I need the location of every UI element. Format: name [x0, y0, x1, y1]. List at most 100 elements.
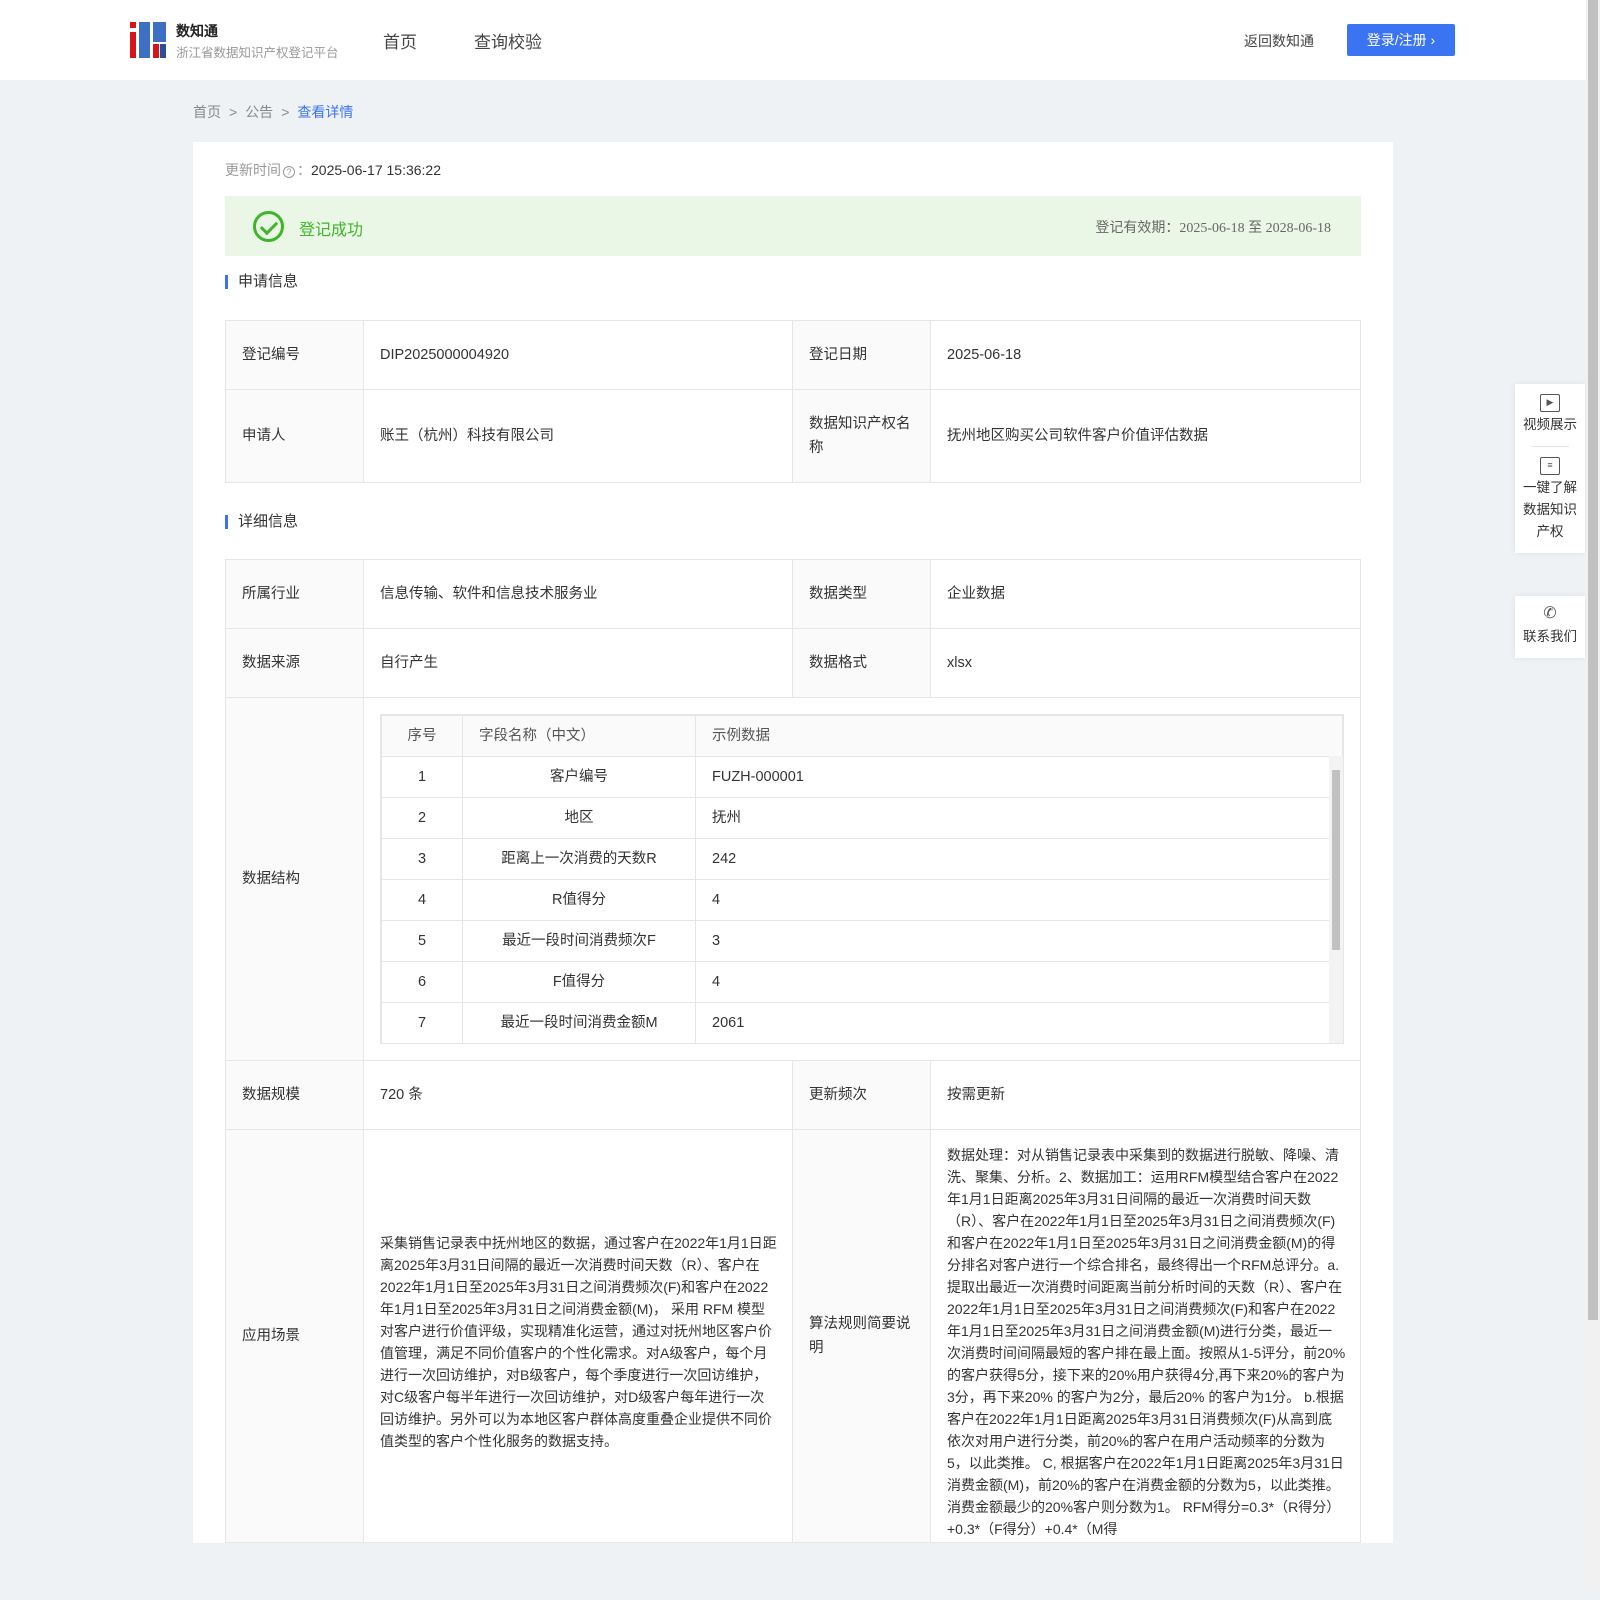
chevron-right-icon: › — [1430, 32, 1436, 48]
detail-info-table: 所属行业 信息传输、软件和信息技术服务业 数据类型 企业数据 数据来源 自行产生 数据格式… — [225, 559, 1361, 1543]
nav-home[interactable]: 首页 — [383, 28, 417, 53]
row-field: 客户编号 — [462, 756, 696, 798]
learn-label: 一键了解数据知识产权 — [1523, 480, 1577, 539]
validity-to: 至 — [1248, 221, 1263, 236]
structure-scroll-thumb[interactable] — [1332, 770, 1340, 950]
structure-row: 6 F值得分 4 — [381, 961, 1343, 1003]
data-type: 企业数据 — [930, 559, 1361, 629]
structure-cell: 序号 字段名称（中文） 示例数据 1 客户编号 FUZH-000001 2 地区 抚州 3 距… — [363, 697, 1361, 1061]
industry: 信息传输、软件和信息技术服务业 — [363, 559, 793, 629]
learn-button[interactable]: ≡ 一键了解数据知识产权 — [1515, 447, 1585, 553]
ip-name: 抚州地区购买公司软件客户价值评估数据 — [930, 389, 1361, 483]
algo-label: 算法规则简要说明 — [792, 1129, 931, 1543]
format: xlsx — [930, 628, 1361, 698]
industry-label: 所属行业 — [225, 559, 364, 629]
section-apply-title: 申请信息 — [225, 274, 298, 289]
check-circle-icon — [253, 211, 284, 242]
structure-scrollbar[interactable] — [1329, 756, 1343, 1043]
structure-header: 序号 字段名称（中文） 示例数据 — [381, 715, 1343, 757]
structure-label: 数据结构 — [225, 697, 364, 1061]
row-sample: 3 — [695, 920, 1343, 962]
row-field: 最近一段时间消费频次F — [462, 920, 696, 962]
update-label: 更新时间 — [225, 162, 281, 178]
brand-subtitle: 浙江省数据知识产权登记平台 — [176, 46, 339, 60]
row-sample: 4 — [695, 879, 1343, 921]
reg-date-label: 登记日期 — [792, 320, 931, 390]
status-banner: 登记成功 登记有效期：2025-06-18 至 2028-06-18 — [225, 196, 1361, 256]
reg-no-label: 登记编号 — [225, 320, 364, 390]
scale-label: 数据规模 — [225, 1060, 364, 1130]
detail-card: 更新时间? ：2025-06-17 15:36:22 登记成功 登记有效期：202… — [193, 142, 1393, 1543]
row-index: 6 — [381, 961, 463, 1003]
row-sample: 4 — [695, 961, 1343, 1003]
page-scrollbar[interactable] — [1586, 0, 1600, 1590]
update-time: 更新时间? ：2025-06-17 15:36:22 — [225, 162, 441, 178]
contact-panel: ✆ 联系我们 — [1515, 596, 1585, 658]
brand-name: 数知通 — [176, 23, 218, 39]
logo-icon[interactable] — [130, 22, 166, 58]
help-icon[interactable]: ? — [283, 166, 295, 178]
ip-name-label: 数据知识产权名称 — [792, 389, 931, 483]
scene: 采集销售记录表中抚州地区的数据，通过客户在2022年1月1日距离2025年3月3… — [363, 1129, 793, 1543]
structure-row: 3 距离上一次消费的天数R 242 — [381, 838, 1343, 880]
col-index: 序号 — [381, 715, 463, 757]
structure-row: 2 地区 抚州 — [381, 797, 1343, 839]
nav-query[interactable]: 查询校验 — [474, 28, 542, 53]
validity-label: 登记有效期： — [1095, 221, 1180, 236]
row-index: 2 — [381, 797, 463, 839]
row-sample: 242 — [695, 838, 1343, 880]
source: 自行产生 — [363, 628, 793, 698]
update-value: 2025-06-17 15:36:22 — [311, 162, 441, 178]
breadcrumb-home[interactable]: 首页 — [193, 104, 221, 120]
row-sample: 2061 — [695, 1002, 1343, 1043]
structure-row: 1 客户编号 FUZH-000001 — [381, 756, 1343, 798]
video-button[interactable]: ▶ 视频展示 — [1515, 384, 1585, 446]
apply-info-table: 登记编号 DIP2025000004920 登记日期 2025-06-18 申请人 账王… — [225, 320, 1361, 483]
format-label: 数据格式 — [792, 628, 931, 698]
breadcrumb-current: 查看详情 — [297, 104, 354, 120]
col-field: 字段名称（中文） — [462, 715, 696, 757]
row-field: F值得分 — [462, 961, 696, 1003]
freq-label: 更新频次 — [792, 1060, 931, 1130]
film-icon: ▶ — [1540, 394, 1560, 412]
validity-end: 2028-06-18 — [1265, 221, 1331, 236]
breadcrumb-notice[interactable]: 公告 — [245, 104, 273, 120]
book-icon: ≡ — [1540, 457, 1560, 475]
video-label: 视频展示 — [1523, 417, 1577, 432]
applicant: 账王（杭州）科技有限公司 — [363, 389, 793, 483]
section-detail-title: 详细信息 — [225, 514, 298, 529]
freq: 按需更新 — [930, 1060, 1361, 1130]
source-label: 数据来源 — [225, 628, 364, 698]
row-field: 最近一段时间消费金额M — [462, 1002, 696, 1043]
row-index: 3 — [381, 838, 463, 880]
breadcrumb: 首页 > 公告 > 查看详情 — [193, 104, 354, 120]
structure-row: 4 R值得分 4 — [381, 879, 1343, 921]
col-sample: 示例数据 — [695, 715, 1343, 757]
row-sample: 抚州 — [695, 797, 1343, 839]
top-header: 数知通 浙江省数据知识产权登记平台 首页 查询校验 返回数知通 登录/注册 › — [0, 0, 1586, 80]
row-field: 距离上一次消费的天数R — [462, 838, 696, 880]
scene-label: 应用场景 — [225, 1129, 364, 1543]
row-field: R值得分 — [462, 879, 696, 921]
row-sample: FUZH-000001 — [695, 756, 1343, 798]
row-index: 1 — [381, 756, 463, 798]
row-index: 5 — [381, 920, 463, 962]
scale: 720 条 — [363, 1060, 793, 1130]
login-label: 登录/注册 — [1366, 32, 1427, 48]
reg-date: 2025-06-18 — [930, 320, 1361, 390]
reg-no: DIP2025000004920 — [363, 320, 793, 390]
back-link[interactable]: 返回数知通 — [1244, 31, 1314, 51]
algo: 数据处理：对从销售记录表中采集到的数据进行脱敏、降噪、清洗、聚集、分析。2、数据… — [930, 1129, 1361, 1543]
page-scroll-thumb[interactable] — [1588, 0, 1598, 1320]
contact-label: 联系我们 — [1523, 629, 1577, 644]
structure-row: 5 最近一段时间消费频次F 3 — [381, 920, 1343, 962]
validity-period: 登记有效期：2025-06-18 至 2028-06-18 — [1095, 217, 1331, 237]
contact-button[interactable]: ✆ 联系我们 — [1515, 596, 1585, 658]
row-index: 7 — [381, 1002, 463, 1043]
row-field: 地区 — [462, 797, 696, 839]
login-button[interactable]: 登录/注册 › — [1347, 24, 1455, 56]
applicant-label: 申请人 — [225, 389, 364, 483]
phone-icon: ✆ — [1543, 605, 1557, 622]
data-type-label: 数据类型 — [792, 559, 931, 629]
float-panel: ▶ 视频展示 ≡ 一键了解数据知识产权 — [1515, 384, 1585, 553]
